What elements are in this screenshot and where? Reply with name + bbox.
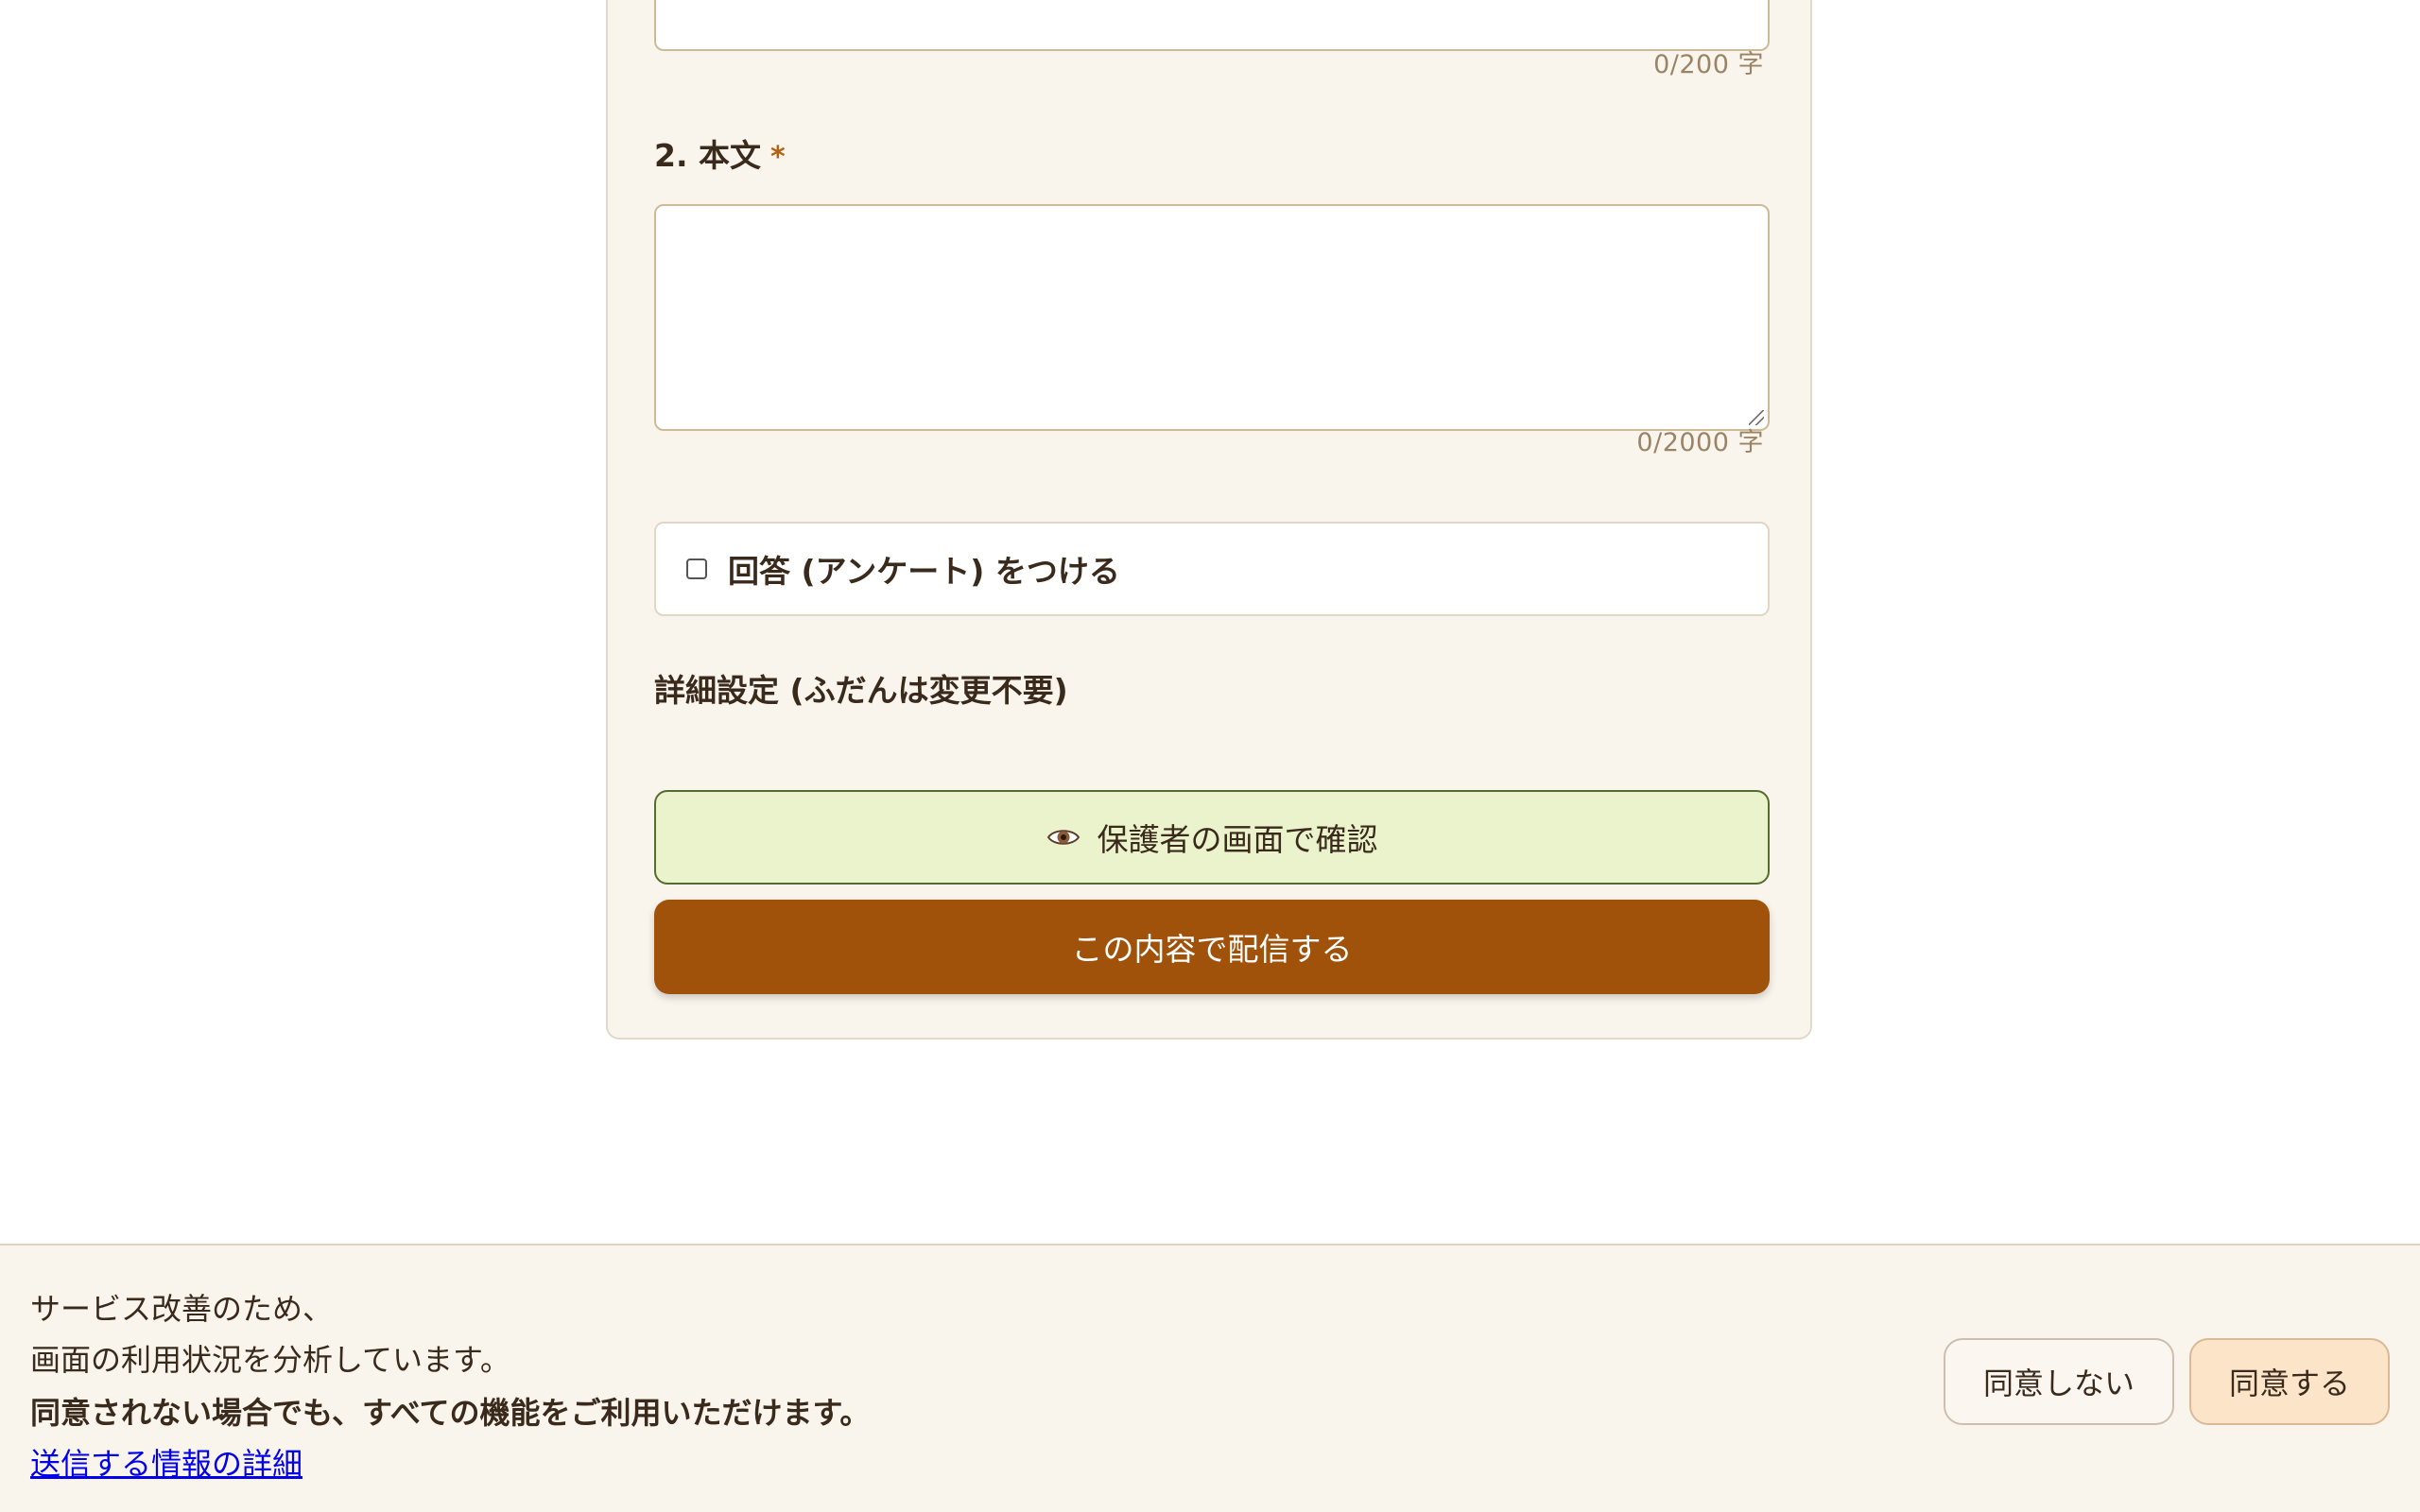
- consent-text-line1: サービス改善のため、: [30, 1291, 334, 1327]
- survey-checkbox[interactable]: [686, 558, 707, 579]
- body-field-label: 2. 本文 *: [654, 130, 786, 176]
- decline-button[interactable]: 同意しない: [1944, 1338, 2174, 1425]
- body-char-counter: 0/2000 字: [1636, 428, 1764, 457]
- send-button-label: この内容で配信する: [1071, 931, 1353, 968]
- consent-text-line2: 画面の利用状況を分析しています。: [30, 1342, 510, 1378]
- preview-button-label: 保護者の画面で確認: [1097, 821, 1378, 858]
- body-label-text: 2. 本文: [654, 137, 761, 174]
- accept-button[interactable]: 同意する: [2189, 1338, 2390, 1425]
- eye-icon: [1046, 830, 1080, 845]
- preview-button[interactable]: 保護者の画面で確認: [654, 790, 1770, 885]
- advanced-settings-toggle[interactable]: 詳細設定 (ふだんは変更不要): [654, 665, 1068, 711]
- title-char-counter: 0/200 字: [1653, 50, 1764, 79]
- required-mark: *: [770, 141, 786, 174]
- consent-text-line3: 同意されない場合でも、すべての機能をご利用いただけます。: [30, 1395, 871, 1431]
- compose-form-card: 0/200 字 2. 本文 * 0/2000 字 回答 (アンケート) をつける …: [606, 0, 1812, 1040]
- survey-option-label[interactable]: 回答 (アンケート) をつける: [728, 546, 1120, 592]
- consent-banner: サービス改善のため、 画面の利用状況を分析しています。 同意されない場合でも、す…: [0, 1244, 2420, 1512]
- page: 0/200 字 2. 本文 * 0/2000 字 回答 (アンケート) をつける …: [0, 0, 2420, 1512]
- details-link[interactable]: 送信する情報の詳細: [30, 1440, 302, 1484]
- title-input[interactable]: [654, 0, 1770, 51]
- send-button[interactable]: この内容で配信する: [654, 900, 1770, 994]
- survey-option-box[interactable]: 回答 (アンケート) をつける: [654, 522, 1770, 616]
- body-textarea[interactable]: [654, 204, 1770, 431]
